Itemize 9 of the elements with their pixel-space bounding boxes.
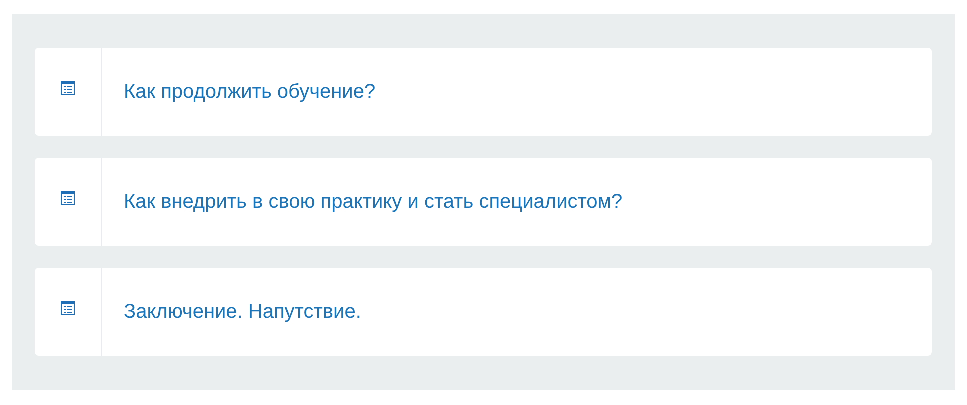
lesson-title[interactable]: Заключение. Напутствие.: [124, 297, 362, 327]
lesson-card[interactable]: Заключение. Напутствие.: [35, 268, 932, 356]
list-icon: [61, 81, 75, 95]
lesson-card[interactable]: Как продолжить обучение?: [35, 48, 932, 136]
lesson-card[interactable]: Как внедрить в свою практику и стать специалистом?: [35, 158, 932, 246]
lesson-title[interactable]: Как внедрить в свою практику и стать специалистом?: [124, 187, 623, 217]
list-icon: [61, 191, 75, 205]
lesson-title[interactable]: Как продолжить обучение?: [124, 77, 376, 107]
list-icon: [61, 301, 75, 315]
